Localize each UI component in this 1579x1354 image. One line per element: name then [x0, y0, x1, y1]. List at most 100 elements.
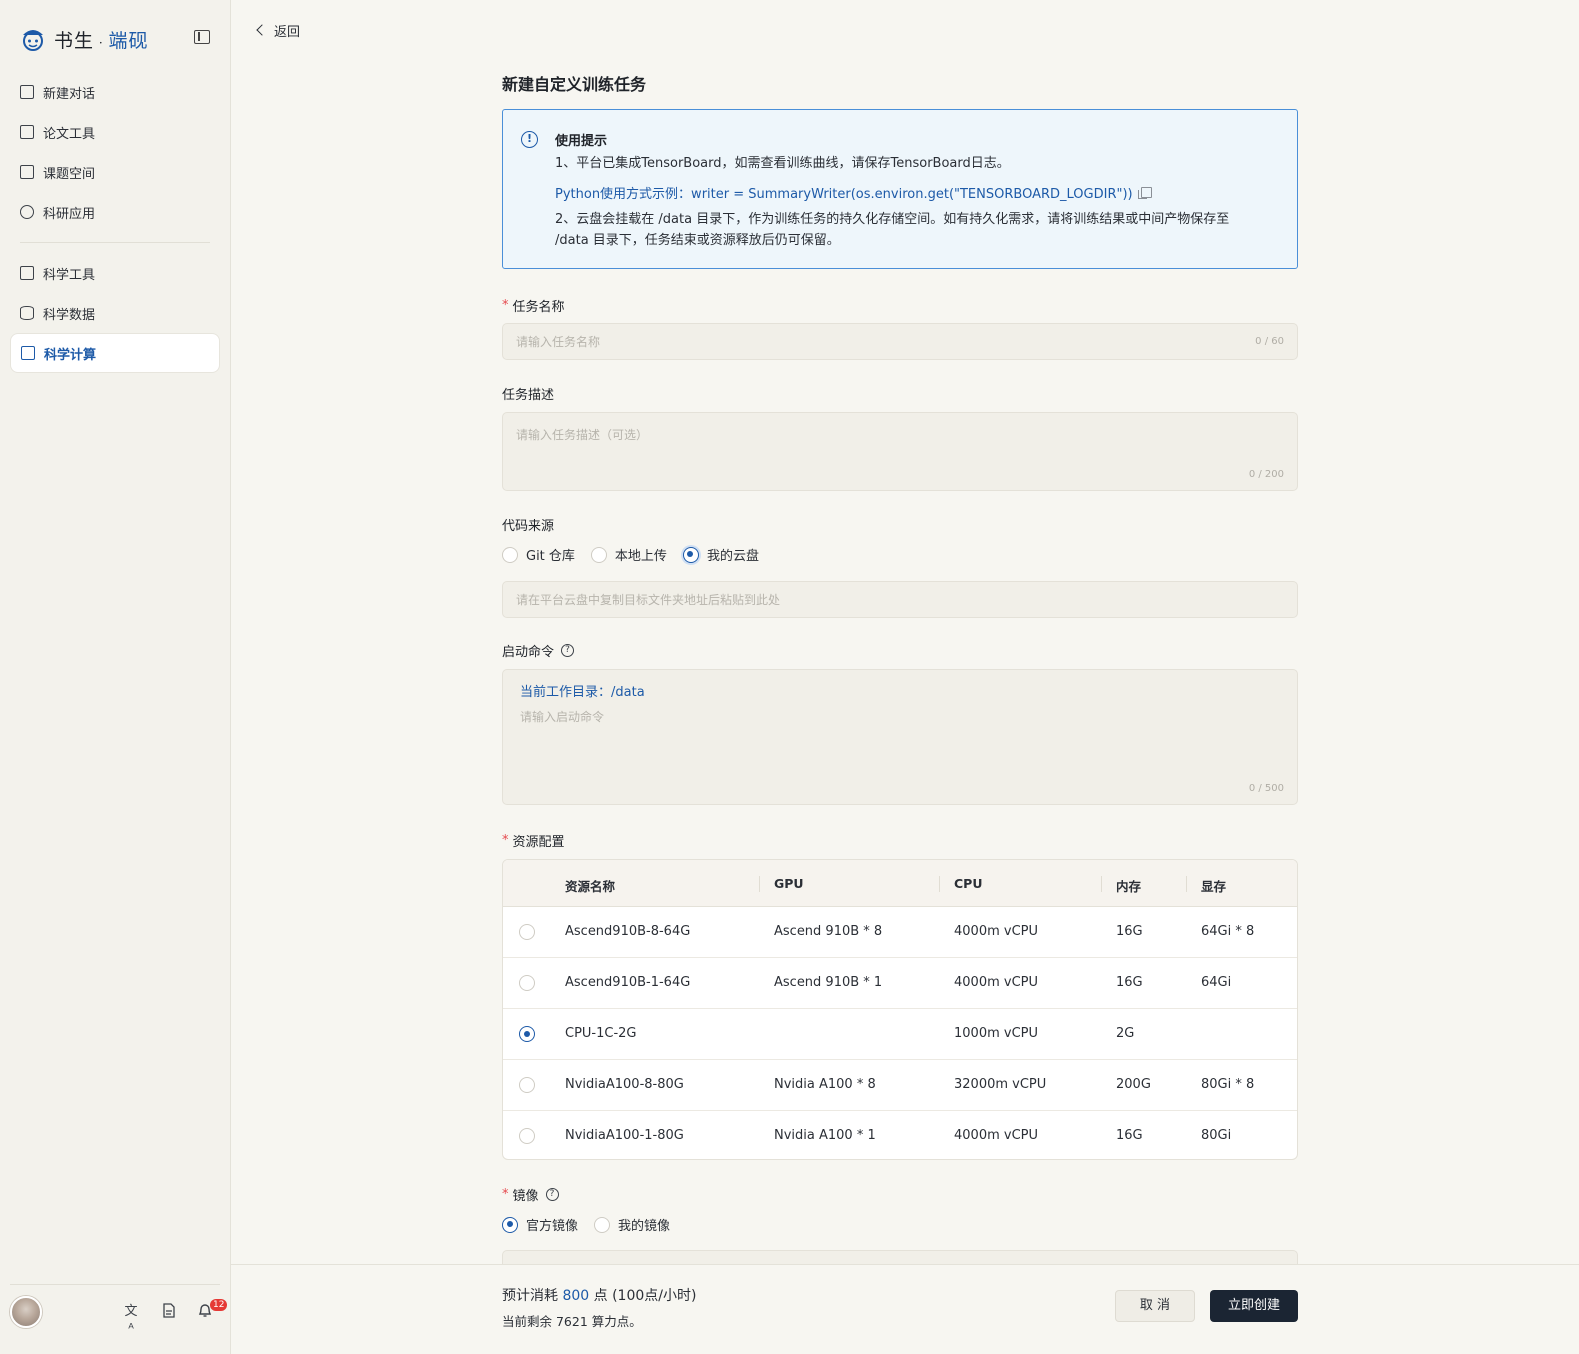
table-row[interactable]: NvidiaA100-8-80G Nvidia A100 * 8 32000m …: [503, 1060, 1297, 1111]
radio[interactable]: [519, 924, 535, 940]
table-row[interactable]: Ascend910B-1-64G Ascend 910B * 1 4000m v…: [503, 958, 1297, 1009]
copy-icon[interactable]: [1137, 187, 1152, 199]
table-row[interactable]: NvidiaA100-1-80G Nvidia A100 * 1 4000m v…: [503, 1111, 1297, 1159]
image-option-official[interactable]: 官方镜像: [502, 1215, 578, 1234]
image-option-mine[interactable]: 我的镜像: [594, 1215, 670, 1234]
notification-badge: 12: [210, 1299, 228, 1311]
code-source-option-cloud[interactable]: 我的云盘: [682, 545, 759, 564]
logo-icon: [23, 30, 43, 51]
cell-name: NvidiaA100-1-80G: [565, 1128, 684, 1143]
required-mark: *: [502, 833, 509, 848]
monitor-chart-icon: [21, 346, 35, 360]
help-icon[interactable]: ?: [545, 1188, 559, 1201]
cloud-path-input[interactable]: [503, 582, 1297, 617]
resource-label: * 资源配置: [502, 833, 565, 850]
sidebar-item-new-chat[interactable]: 新建对话: [10, 72, 220, 112]
back-button[interactable]: 返回: [256, 20, 301, 40]
plus-square-icon: [20, 85, 34, 99]
code-source-label: 代码来源: [502, 519, 555, 534]
char-count: 0 / 60: [1255, 336, 1284, 347]
workdir-hint: 当前工作目录：/data: [520, 685, 645, 700]
radio-selected[interactable]: [519, 1026, 535, 1042]
sidebar-footer: 文ᴬ 12: [10, 1284, 228, 1344]
required-mark: *: [502, 1187, 509, 1202]
start-cmd-label: 启动命令 ?: [502, 641, 575, 660]
cell-name: CPU-1C-2G: [565, 1026, 637, 1041]
table-row[interactable]: Ascend910B-8-64G Ascend 910B * 8 4000m v…: [503, 907, 1297, 958]
required-mark: *: [502, 298, 509, 313]
radio[interactable]: [594, 1216, 611, 1233]
radio[interactable]: [519, 975, 535, 991]
start-cmd-field[interactable]: 当前工作目录：/data 请输入启动命令 0 / 500: [502, 669, 1298, 805]
cell-cpu: 32000m vCPU: [954, 1077, 1047, 1092]
document-icon[interactable]: [160, 1303, 178, 1321]
start-cmd-placeholder: 请输入启动命令: [520, 710, 605, 724]
help-icon[interactable]: ?: [561, 644, 575, 657]
cost-estimate: 预计消耗 800 点 (100点/小时): [502, 1288, 697, 1304]
avatar[interactable]: [10, 1296, 42, 1328]
document-icon: [20, 125, 34, 139]
nav-divider: [20, 242, 210, 243]
cell-cpu: 1000m vCPU: [954, 1026, 1039, 1041]
task-desc-label: 任务描述: [502, 388, 555, 403]
sidebar-item-topic-space[interactable]: 课题空间: [10, 152, 220, 192]
translate-icon[interactable]: 文ᴬ: [122, 1303, 140, 1337]
back-label: 返回: [274, 24, 301, 40]
sidebar-item-science-tools[interactable]: 科学工具: [10, 253, 220, 293]
task-name-field[interactable]: 0 / 60: [502, 323, 1298, 360]
cell-mem: 16G: [1116, 924, 1143, 939]
sidebar-item-research-apps[interactable]: 科研应用: [10, 192, 220, 232]
sidebar-item-label: 新建对话: [43, 86, 96, 102]
cell-mem: 2G: [1116, 1026, 1135, 1041]
table-row[interactable]: CPU-1C-2G 1000m vCPU 2G: [503, 1009, 1297, 1060]
cell-mem: 16G: [1116, 975, 1143, 990]
chevron-left-icon: [256, 24, 268, 36]
col-header-gpu: GPU: [774, 876, 804, 891]
radio-selected[interactable]: [682, 546, 699, 563]
sidebar-item-label: 科学工具: [43, 267, 96, 283]
table-header: 资源名称 GPU CPU 内存 显存: [503, 860, 1297, 907]
radio[interactable]: [519, 1077, 535, 1093]
tip-line-1: 1、平台已集成TensorBoard，如需查看训练曲线，请保存TensorBoa…: [555, 156, 1010, 171]
cell-name: Ascend910B-8-64G: [565, 924, 691, 939]
cell-cpu: 4000m vCPU: [954, 975, 1039, 990]
cell-name: NvidiaA100-8-80G: [565, 1077, 684, 1092]
remaining-points: 当前剩余 7621 算力点。: [502, 1314, 642, 1329]
char-count: 0 / 500: [1248, 783, 1284, 794]
radio[interactable]: [590, 546, 607, 563]
sidebar-collapse-icon[interactable]: [194, 30, 210, 44]
task-name-input[interactable]: [503, 324, 1297, 359]
resource-table: 资源名称 GPU CPU 内存 显存 Ascend910B-8-64G Asce…: [502, 859, 1298, 1160]
char-count: 0 / 200: [1248, 469, 1284, 480]
code-source-option-git[interactable]: Git 仓库: [502, 545, 575, 564]
cell-vram: 64Gi: [1201, 975, 1232, 990]
cost-value: 800: [562, 1288, 590, 1304]
task-desc-field[interactable]: 请输入任务描述（可选） 0 / 200: [502, 412, 1298, 491]
logo[interactable]: 书生 · 端砚: [18, 22, 218, 56]
sidebar-nav: 新建对话 论文工具 课题空间 科研应用 科学工具 科学数据 科学计算: [10, 72, 220, 373]
radio[interactable]: [502, 546, 518, 563]
cube-icon: [20, 205, 34, 219]
cancel-button[interactable]: 取 消: [1115, 1290, 1195, 1322]
radio[interactable]: [519, 1128, 535, 1144]
cloud-path-field[interactable]: [502, 581, 1298, 618]
sidebar-item-label: 课题空间: [43, 166, 96, 182]
cell-vram: 80Gi * 8: [1201, 1077, 1255, 1092]
sidebar-item-label: 科学数据: [43, 307, 96, 323]
sidebar-item-label: 科学计算: [44, 347, 97, 363]
cell-cpu: 4000m vCPU: [954, 1128, 1039, 1143]
tip-line-2a: 2、云盘会挂载在 /data 目录下，作为训练任务的持久化存储空间。如有持久化需…: [555, 212, 1230, 227]
sidebar-item-label: 论文工具: [43, 126, 96, 142]
sidebar-item-paper-tools[interactable]: 论文工具: [10, 112, 220, 152]
logo-text: 书生 · 端砚: [54, 29, 149, 52]
radio-selected[interactable]: [502, 1216, 518, 1233]
sidebar-item-science-compute[interactable]: 科学计算: [10, 333, 220, 373]
code-source-option-local[interactable]: 本地上传: [590, 545, 667, 564]
library-icon: [20, 165, 34, 179]
sidebar-item-science-data[interactable]: 科学数据: [10, 293, 220, 333]
create-button[interactable]: 立即创建: [1210, 1290, 1298, 1322]
toolbox-icon: [20, 266, 34, 280]
cell-name: Ascend910B-1-64G: [565, 975, 691, 990]
col-header-name: 资源名称: [565, 879, 616, 894]
footer-bar: 预计消耗 800 点 (100点/小时) 当前剩余 7621 算力点。 取 消 …: [231, 1264, 1579, 1354]
